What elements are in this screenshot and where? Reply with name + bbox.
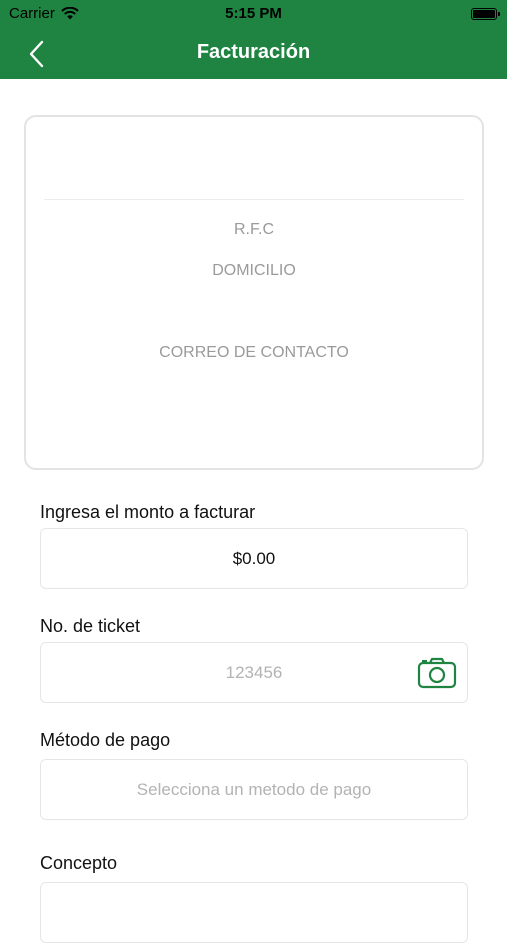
camera-button[interactable] <box>417 656 457 690</box>
amount-input[interactable]: $0.00 <box>40 528 468 589</box>
card-divider <box>44 199 464 200</box>
ticket-placeholder: 123456 <box>225 663 283 682</box>
page-title: Facturación <box>196 41 311 63</box>
address-text: DOMICILIO <box>212 262 296 279</box>
concept-input[interactable] <box>40 882 468 943</box>
battery-icon <box>471 8 500 20</box>
clock: 5:15 PM <box>225 5 282 22</box>
payment-method-label: Método de pago <box>40 730 171 750</box>
payment-method-select[interactable]: Selecciona un metodo de pago <box>40 759 468 820</box>
rfc-text: R.F.C <box>234 221 274 238</box>
concept-label: Concepto <box>40 853 118 873</box>
amount-value: $0.00 <box>232 549 276 568</box>
payment-method-placeholder: Selecciona un metodo de pago <box>136 780 372 799</box>
camera-icon <box>417 657 457 689</box>
amount-label: Ingresa el monto a facturar <box>40 502 256 522</box>
ticket-input[interactable]: 123456 <box>40 642 468 703</box>
navigation-bar: Facturación <box>0 28 507 79</box>
ticket-label: No. de ticket <box>40 616 141 636</box>
contact-email-text: CORREO DE CONTACTO <box>159 344 349 361</box>
billing-info-card: R.F.C DOMICILIO CORREO DE CONTACTO <box>24 115 484 470</box>
status-bar: Carrier 5:15 PM <box>0 0 507 28</box>
